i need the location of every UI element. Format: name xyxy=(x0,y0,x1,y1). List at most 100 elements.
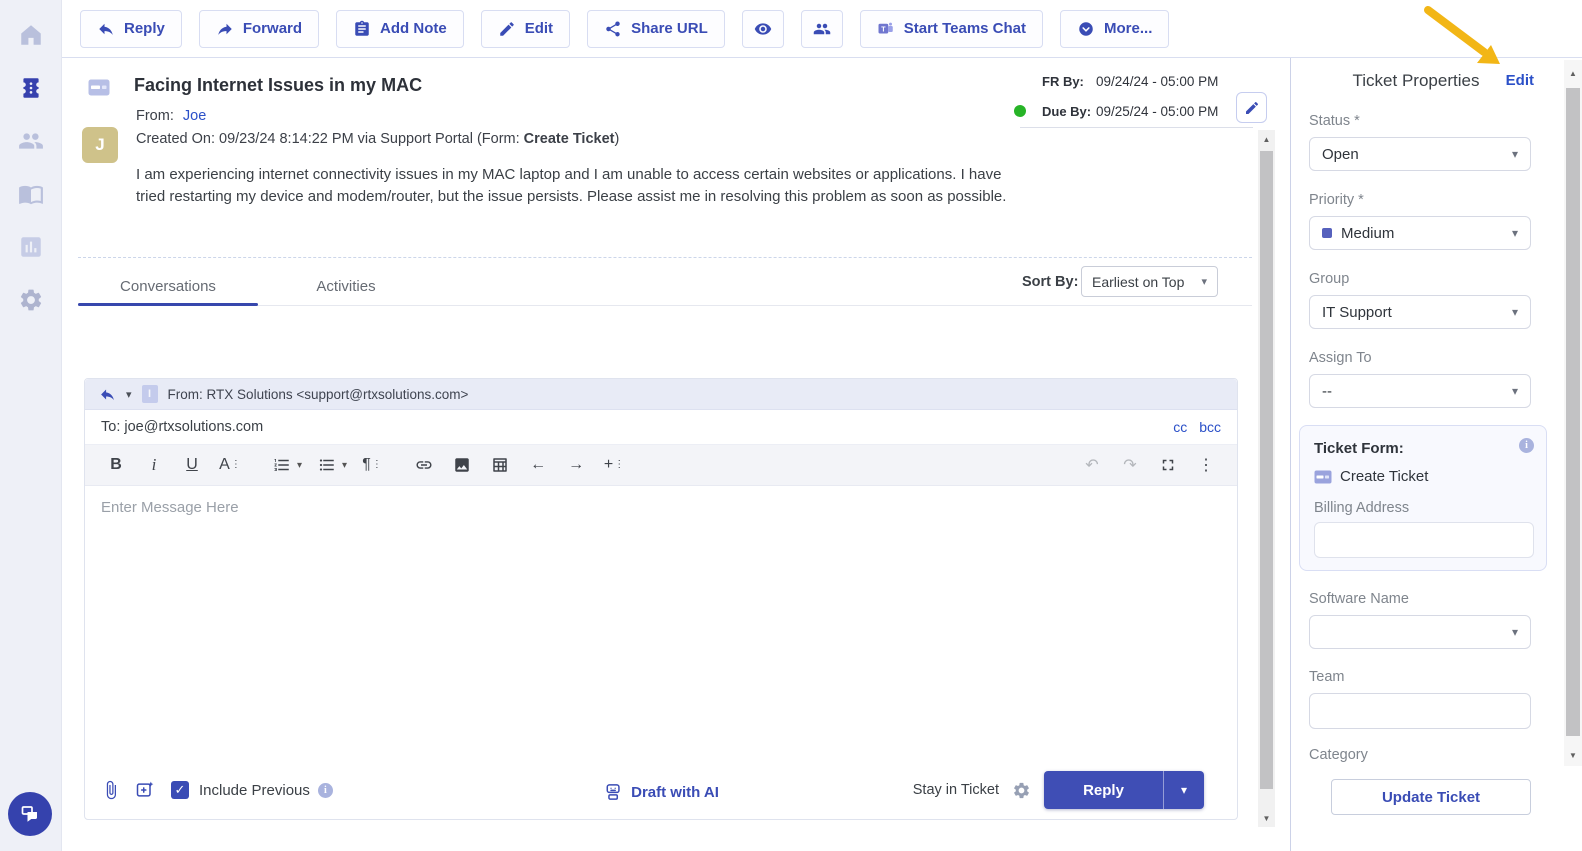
link-button[interactable] xyxy=(412,451,436,479)
ticket-form-card: Ticket Form: i Create Ticket Billing Add… xyxy=(1299,425,1547,571)
tickets-icon[interactable] xyxy=(0,61,62,114)
fr-by-label: FR By: xyxy=(1042,73,1084,89)
ticket-form-info-icon[interactable]: i xyxy=(1519,438,1534,453)
status-select[interactable]: Open ▾ xyxy=(1309,137,1531,171)
software-name-select[interactable]: ▾ xyxy=(1309,615,1531,649)
undo-icon[interactable]: ↶ xyxy=(1080,451,1104,479)
send-settings-gear-icon[interactable] xyxy=(1012,781,1031,800)
compose-footer: ✓ Include Previous i Draft with AI Stay … xyxy=(85,767,1237,819)
collision-agents-button[interactable] xyxy=(800,9,843,48)
scroll-up-icon[interactable]: ▲ xyxy=(1564,64,1582,82)
ticket-form-label: Ticket Form: xyxy=(1314,440,1404,457)
send-reply-button[interactable]: Reply xyxy=(1044,771,1163,809)
attach-file-icon[interactable] xyxy=(101,780,121,800)
sort-by-value: Earliest on Top xyxy=(1092,273,1185,290)
conversation-scrollbar[interactable]: ▲ ▼ xyxy=(1258,130,1275,827)
send-reply-caret-button[interactable]: ▾ xyxy=(1163,771,1204,809)
scrollbar-thumb[interactable] xyxy=(1260,151,1273,789)
reply-type-icon[interactable] xyxy=(99,386,116,403)
stay-in-ticket-label: Stay in Ticket xyxy=(912,782,999,798)
properties-scrollbar[interactable]: ▲ ▼ xyxy=(1564,60,1582,766)
edit-due-date-button[interactable] xyxy=(1236,92,1267,123)
font-options-button[interactable]: A ⋮ xyxy=(218,451,242,479)
ordered-list-caret-icon[interactable]: ▾ xyxy=(297,460,302,471)
edit-button[interactable]: Edit xyxy=(480,9,571,48)
include-previous-checkbox[interactable]: ✓ xyxy=(171,781,189,799)
team-label: Team xyxy=(1309,669,1345,685)
active-tab-underline xyxy=(78,303,258,306)
edit-label: Edit xyxy=(524,20,554,37)
app-sidebar xyxy=(0,0,62,851)
requester-link[interactable]: Joe xyxy=(183,108,206,124)
paragraph-button[interactable]: ¶ ⋮ xyxy=(360,451,384,479)
bullet-list-caret-icon[interactable]: ▾ xyxy=(342,460,347,471)
priority-color-swatch xyxy=(1322,228,1332,238)
settings-icon[interactable] xyxy=(0,273,62,326)
scroll-down-icon[interactable]: ▼ xyxy=(1564,746,1582,764)
italic-button[interactable]: i xyxy=(142,451,166,479)
tab-activities[interactable]: Activities xyxy=(258,266,434,306)
fr-by-value: 09/24/24 - 05:00 PM xyxy=(1096,73,1219,89)
scroll-up-icon[interactable]: ▲ xyxy=(1258,130,1275,148)
more-button[interactable]: More... xyxy=(1060,9,1170,48)
bold-button[interactable]: B xyxy=(104,451,128,479)
redo-icon[interactable]: ↷ xyxy=(1118,451,1142,479)
sort-by-label: Sort By: xyxy=(1022,274,1079,290)
scrollbar-thumb[interactable] xyxy=(1566,88,1580,736)
reply-button[interactable]: Reply xyxy=(80,9,182,48)
cc-button[interactable]: cc xyxy=(1173,419,1187,435)
assign-to-select[interactable]: -- ▾ xyxy=(1309,374,1531,408)
tab-conversations[interactable]: Conversations xyxy=(78,266,258,306)
share-url-button[interactable]: Share URL xyxy=(587,9,725,48)
add-note-button[interactable]: Add Note xyxy=(336,9,464,48)
priority-select[interactable]: Medium ▾ xyxy=(1309,216,1531,250)
bullet-list-button[interactable] xyxy=(315,451,339,479)
compose-to-row[interactable]: To: joe@rtxsolutions.com cc bcc xyxy=(85,410,1237,445)
insert-table-button[interactable] xyxy=(488,451,512,479)
caret-down-icon: ▾ xyxy=(1201,276,1207,288)
chat-icon xyxy=(21,806,37,822)
team-input[interactable] xyxy=(1309,693,1531,729)
status-label: Status * xyxy=(1309,113,1360,129)
description-separator xyxy=(78,257,1252,258)
live-chat-button[interactable] xyxy=(8,792,52,836)
home-icon[interactable] xyxy=(0,8,62,61)
update-ticket-button[interactable]: Update Ticket xyxy=(1331,779,1531,815)
sort-by-dropdown[interactable]: Earliest on Top ▾ xyxy=(1081,266,1218,297)
knowledge-base-icon[interactable] xyxy=(0,167,62,220)
include-previous-info-icon[interactable]: i xyxy=(317,782,333,798)
insert-more-button[interactable]: + ⋮ xyxy=(602,451,626,479)
forward-icon xyxy=(218,23,232,35)
indent-icon[interactable]: → xyxy=(564,451,588,479)
group-select[interactable]: IT Support ▾ xyxy=(1309,295,1531,329)
robot-icon xyxy=(606,784,620,800)
priority-value: Medium xyxy=(1341,224,1395,242)
toolbar-more-icon[interactable]: ⋮ xyxy=(1194,451,1218,479)
billing-address-input[interactable] xyxy=(1314,522,1534,558)
canned-response-icon[interactable] xyxy=(135,780,155,800)
reply-type-caret-icon[interactable]: ▾ xyxy=(126,388,132,401)
sender-badge: I xyxy=(141,385,158,403)
underline-button[interactable]: U xyxy=(180,451,204,479)
editor-placeholder: Enter Message Here xyxy=(101,499,239,516)
fullscreen-icon[interactable] xyxy=(1156,451,1180,479)
contacts-icon[interactable] xyxy=(0,114,62,167)
ticket-from-line: From: Joe xyxy=(136,108,206,124)
reports-icon[interactable] xyxy=(0,220,62,273)
message-editor[interactable]: Enter Message Here xyxy=(85,486,1237,767)
forward-button[interactable]: Forward xyxy=(198,9,320,48)
ordered-list-button[interactable] xyxy=(270,451,294,479)
draft-with-ai-button[interactable]: Draft with AI xyxy=(603,782,719,802)
scroll-down-icon[interactable]: ▼ xyxy=(1258,809,1275,827)
insert-image-button[interactable] xyxy=(450,451,474,479)
watch-button[interactable] xyxy=(741,9,784,48)
ticket-detail-page: Reply Forward Add Note Edit Share URL T … xyxy=(0,0,1582,851)
ticket-properties-panel: Ticket Properties Edit Status * Open ▾ P… xyxy=(1290,58,1582,851)
compose-header: ▾ I From: RTX Solutions <support@rtxsolu… xyxy=(85,379,1237,410)
outdent-icon[interactable]: ← xyxy=(526,451,550,479)
bcc-button[interactable]: bcc xyxy=(1199,419,1221,435)
include-previous-label: Include Previous xyxy=(199,781,310,799)
group-label: Group xyxy=(1309,271,1350,287)
edit-properties-link[interactable]: Edit xyxy=(1506,72,1534,89)
start-teams-chat-button[interactable]: T Start Teams Chat xyxy=(859,9,1044,48)
